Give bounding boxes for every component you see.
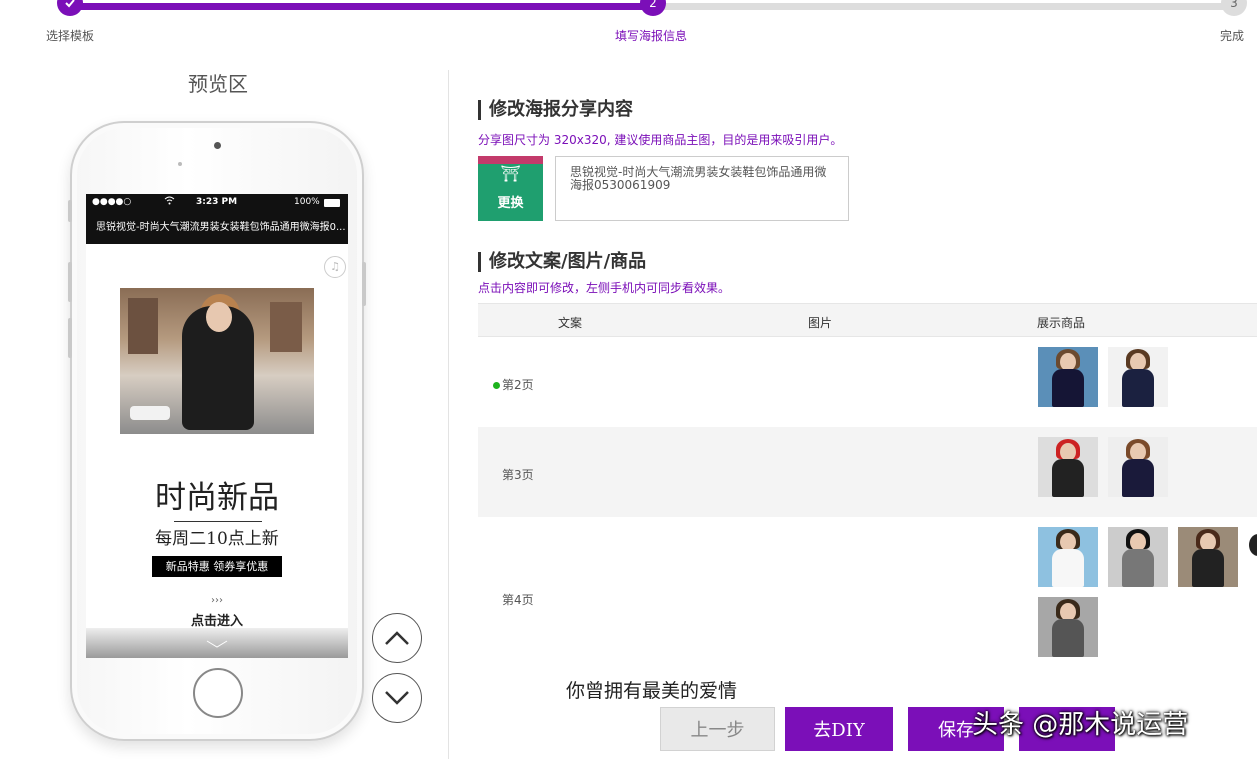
phone-nav-title: 思锐视觉-时尚大气潮流男装女装鞋包饰品通用微海报0... (86, 212, 348, 244)
product-thumb[interactable] (1038, 347, 1098, 407)
preview-title: 预览区 (188, 72, 248, 96)
row-page-label: 第4页 (502, 593, 534, 607)
phone-side-button (68, 200, 72, 222)
table-row[interactable]: 第2页 (478, 337, 1257, 427)
table-row[interactable]: 第4页 (478, 517, 1257, 667)
share-description-field[interactable]: 思锐视觉-时尚大气潮流男装女装鞋包饰品通用微海报0530061909 (555, 156, 849, 221)
product-thumb[interactable] (1038, 597, 1098, 657)
hero-image[interactable] (120, 288, 314, 434)
video-subtitle: 你曾拥有最美的爱情 (566, 680, 738, 702)
chevron-down-hint-icon (206, 638, 228, 651)
battery-percent: 100% (294, 197, 320, 207)
watermark: 头条 @那木说运营 (972, 710, 1189, 740)
arrows-icon: ››› (211, 595, 223, 606)
previous-step-button[interactable]: 上一步 (660, 707, 775, 751)
share-section-title: 修改海报分享内容 (478, 100, 633, 120)
promo-tag[interactable]: 新品特惠 领券享优惠 (152, 556, 282, 577)
phone-screen: ●●●●○ 3:23 PM 100% 思锐视觉-时尚大气潮流男装女装鞋包饰品通用… (86, 194, 348, 658)
table-header: 文案 图片 展示商品 (478, 303, 1257, 337)
row-page-label: 第2页 (493, 376, 534, 393)
page-up-button[interactable] (372, 613, 422, 663)
enter-link[interactable]: 点击进入 (86, 610, 348, 629)
status-time: 3:23 PM (196, 197, 238, 207)
battery-icon (324, 199, 340, 207)
step-2-label[interactable]: 填写海报信息 (615, 27, 687, 44)
phone-sensor (178, 162, 182, 166)
go-diy-button[interactable]: 去DIY (785, 707, 893, 751)
chevron-up-icon (385, 631, 409, 645)
music-icon[interactable]: ♫ (324, 256, 346, 278)
phone-volume-down (68, 318, 72, 358)
change-image-button[interactable]: 更换 (478, 192, 543, 211)
page-down-button[interactable] (372, 673, 422, 723)
product-thumb[interactable] (1108, 437, 1168, 497)
phone-power-button (362, 262, 366, 306)
progress-fill (70, 3, 653, 10)
table-row[interactable]: 第3页 (478, 427, 1257, 517)
phone-camera (214, 142, 221, 149)
col-copy: 文案 (558, 316, 583, 330)
step-3-label[interactable]: 完成 (1220, 27, 1244, 44)
content-section-hint: 点击内容即可修改，左侧手机内可同步看效果。 (478, 281, 731, 295)
share-section-hint: 分享图尺寸为 320x320, 建议使用商品主图，目的是用来吸引用户。 (478, 133, 843, 147)
poster-logo-icon: ⛩ (500, 164, 521, 183)
headline-divider (174, 521, 262, 522)
step-2-dot[interactable]: 2 (640, 0, 666, 16)
active-dot-icon (493, 382, 500, 389)
step-1-check-icon[interactable] (57, 0, 83, 16)
phone-home-button (193, 668, 243, 718)
share-image[interactable]: ⛩ 更换 (478, 156, 543, 221)
chevron-down-icon (385, 691, 409, 705)
col-image: 图片 (808, 316, 833, 330)
poster-headline[interactable]: 时尚新品 (86, 472, 348, 517)
product-thumb[interactable] (1108, 527, 1168, 587)
col-products: 展示商品 (1037, 316, 1086, 330)
poster-subline[interactable]: 每周二10点上新 (86, 524, 348, 549)
content-section-title: 修改文案/图片/商品 (478, 252, 646, 272)
wifi-icon (164, 196, 175, 208)
phone-status-bar: ●●●●○ 3:23 PM 100% (86, 194, 348, 212)
panel-divider (448, 70, 449, 759)
product-thumb[interactable] (1038, 437, 1098, 497)
product-thumb[interactable] (1178, 527, 1238, 587)
phone-volume-up (68, 262, 72, 302)
product-thumb[interactable] (1108, 347, 1168, 407)
step-1-label[interactable]: 选择模板 (46, 27, 94, 44)
signal-icon: ●●●●○ (92, 197, 132, 207)
product-thumb[interactable] (1038, 527, 1098, 587)
row-page-label: 第3页 (502, 468, 534, 482)
step-3-dot[interactable]: 3 (1221, 0, 1247, 16)
